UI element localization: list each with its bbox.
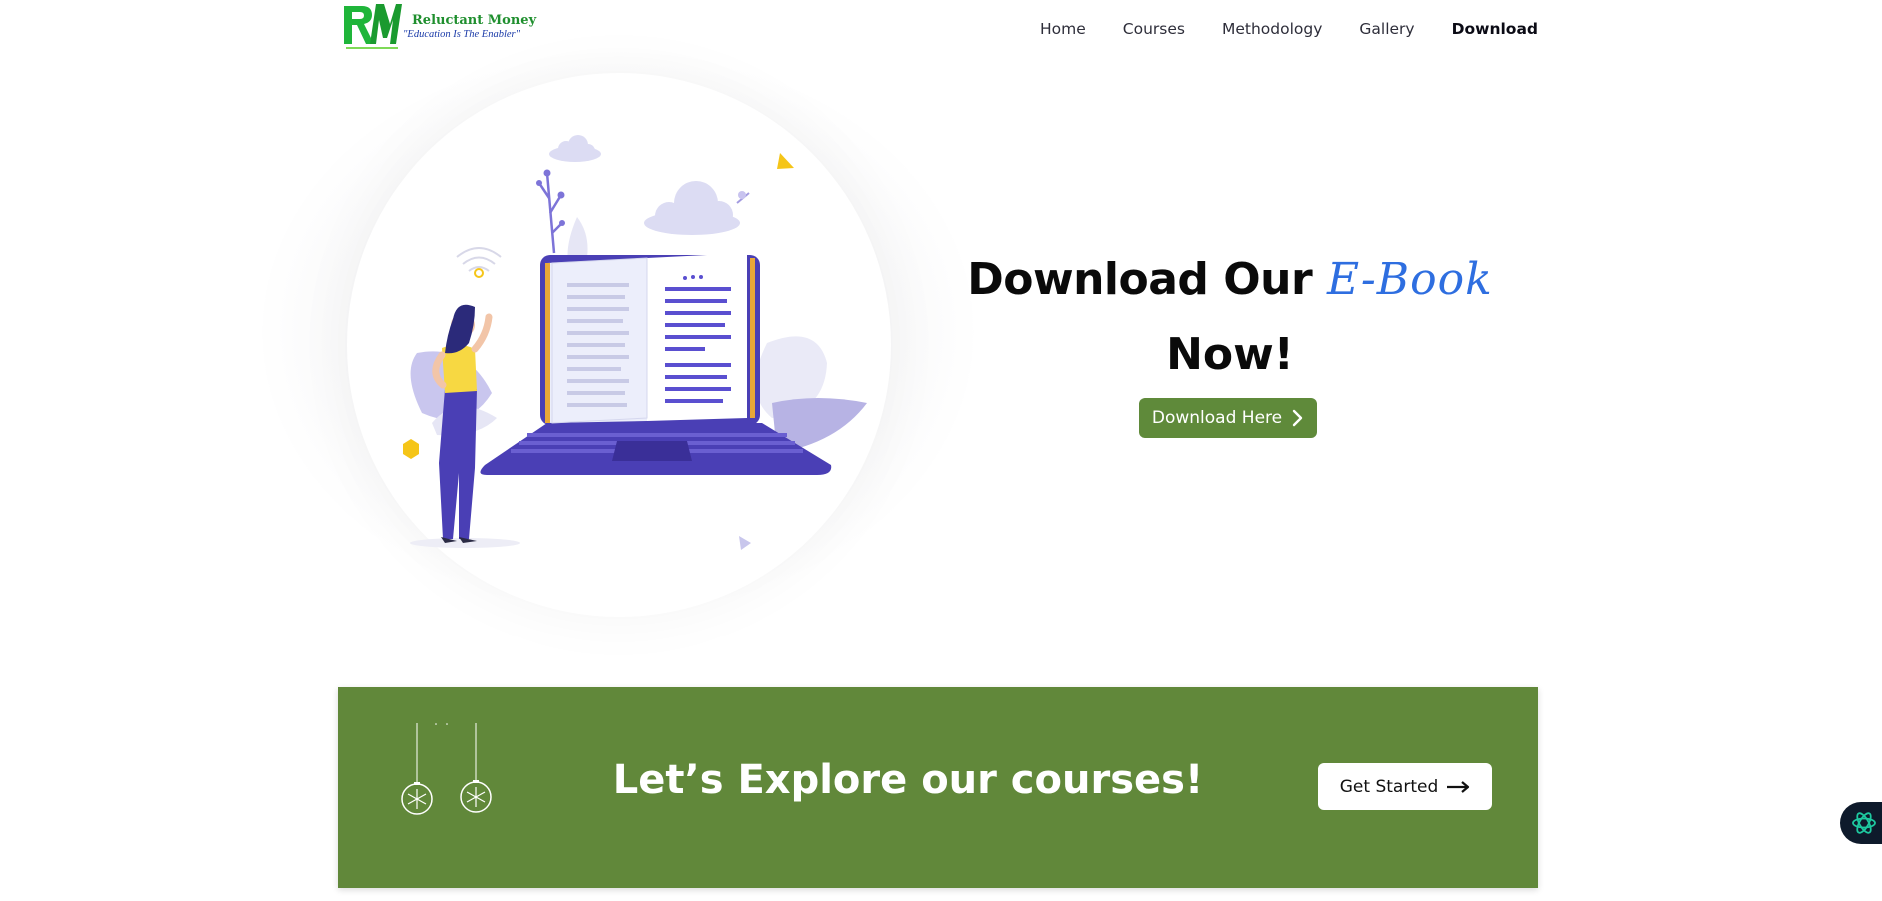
arrow-right-icon: [1447, 780, 1470, 793]
get-started-button[interactable]: Get Started: [1318, 763, 1492, 810]
cloud-icon: [549, 135, 601, 162]
triangle-decoration: [739, 536, 751, 550]
courses-banner: Let’s Explore our courses! Get Started: [338, 687, 1538, 888]
get-started-label: Get Started: [1339, 776, 1439, 797]
nav-gallery[interactable]: Gallery: [1359, 20, 1414, 38]
nav-home[interactable]: Home: [1040, 20, 1086, 38]
woman-figure: [410, 304, 520, 548]
download-here-button[interactable]: Download Here: [1139, 398, 1317, 438]
hexagon-decoration: [403, 439, 419, 459]
book-left-page: [547, 258, 647, 423]
rm-logo-icon: [344, 4, 402, 49]
floating-assistant-button[interactable]: [1840, 802, 1882, 844]
nav-courses[interactable]: Courses: [1123, 20, 1185, 38]
nav-methodology[interactable]: Methodology: [1222, 20, 1322, 38]
page: Reluctant Money "Education Is The Enable…: [0, 0, 1882, 901]
atom-icon: [1852, 812, 1876, 834]
brand-logo[interactable]: Reluctant Money "Education Is The Enable…: [340, 0, 536, 56]
hero-title-accent: E-Book: [1327, 254, 1493, 305]
brand-tagline: "Education Is The Enabler": [403, 29, 521, 40]
wifi-icon: [456, 247, 502, 272]
download-here-label: Download Here: [1151, 408, 1283, 428]
chevron-right-icon: [1292, 409, 1303, 427]
hero-title-line1: Download Our E-Book: [960, 250, 1500, 310]
main-nav: Home Courses Methodology Gallery Downloa…: [1040, 20, 1538, 38]
nav-download[interactable]: Download: [1452, 20, 1538, 38]
plant-stem: [537, 172, 563, 254]
triangle-decoration: [777, 153, 794, 169]
hero-title-suffix: Now!: [1166, 329, 1294, 380]
brand-name: Reluctant Money: [412, 13, 537, 28]
ebook-illustration: [403, 135, 867, 550]
cloud-icon: [644, 181, 740, 235]
hero-title-prefix: Download Our: [967, 254, 1313, 305]
hero-heading: Download Our E-Book Now!: [960, 250, 1500, 385]
